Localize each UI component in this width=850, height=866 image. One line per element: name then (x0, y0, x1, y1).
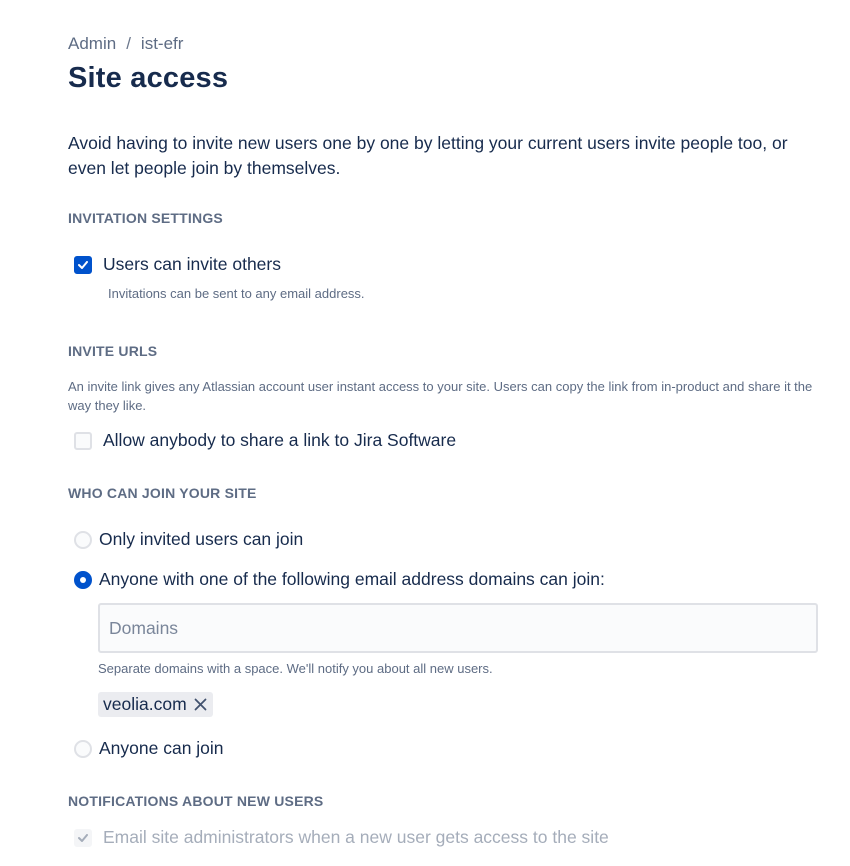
notifications-heading: NOTIFICATIONS ABOUT NEW USERS (68, 793, 324, 809)
invite-urls-heading: INVITE URLS (68, 343, 158, 359)
radio-email-domains-row[interactable]: Anyone with one of the following email a… (74, 569, 605, 590)
radio-email-domains[interactable] (74, 570, 92, 589)
who-can-join-heading: WHO CAN JOIN YOUR SITE (68, 485, 257, 501)
radio-only-invited[interactable] (74, 530, 92, 549)
remove-domain-button[interactable] (193, 697, 209, 713)
breadcrumb-admin-link[interactable]: Admin (68, 34, 116, 53)
email-admins-checkbox-row: Email site administrators when a new use… (74, 827, 609, 848)
radio-email-domains-label: Anyone with one of the following email a… (99, 569, 605, 589)
breadcrumb-separator: / (126, 34, 131, 53)
checkmark-icon (78, 833, 88, 842)
allow-share-link-checkbox[interactable] (74, 431, 92, 450)
users-can-invite-helper: Invitations can be sent to any email add… (108, 286, 365, 301)
radio-anyone-label: Anyone can join (99, 738, 224, 758)
checkmark-icon (78, 260, 88, 269)
domains-input[interactable] (98, 603, 818, 653)
domains-helper-text: Separate domains with a space. We'll not… (98, 661, 493, 676)
radio-anyone-row[interactable]: Anyone can join (74, 738, 224, 759)
invitation-settings-heading: INVITATION SETTINGS (68, 210, 223, 226)
domain-tag-label: veolia.com (103, 694, 187, 714)
page-title: Site access (68, 62, 229, 94)
breadcrumb-site-link[interactable]: ist-efr (141, 34, 184, 53)
radio-only-invited-row[interactable]: Only invited users can join (74, 529, 303, 550)
users-can-invite-label: Users can invite others (103, 254, 281, 274)
radio-only-invited-label: Only invited users can join (99, 529, 304, 549)
allow-share-link-checkbox-row[interactable]: Allow anybody to share a link to Jira So… (74, 430, 456, 451)
breadcrumb: Admin / ist-efr (68, 34, 183, 54)
radio-anyone[interactable] (74, 739, 92, 758)
email-admins-checkbox (74, 828, 92, 847)
users-can-invite-checkbox-row[interactable]: Users can invite others (74, 254, 281, 275)
invite-urls-description: An invite link gives any Atlassian accou… (68, 379, 813, 413)
domain-tag: veolia.com (98, 692, 213, 717)
email-admins-label: Email site administrators when a new use… (103, 827, 609, 847)
allow-share-link-label: Allow anybody to share a link to Jira So… (103, 430, 457, 450)
users-can-invite-checkbox[interactable] (74, 255, 92, 274)
close-icon (194, 698, 207, 711)
intro-text: Avoid having to invite new users one by … (68, 133, 788, 178)
